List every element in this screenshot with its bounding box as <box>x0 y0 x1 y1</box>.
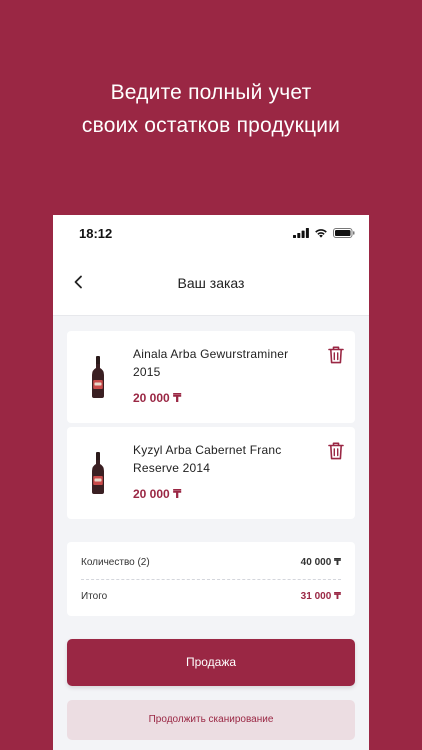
order-item: Kyzyl Arba Cabernet Franc Reserve 2014 2… <box>67 427 355 519</box>
order-summary: Количество (2) 40 000 ₸ Итого 31 000 ₸ <box>67 542 355 616</box>
page-title: Ваш заказ <box>177 275 245 291</box>
promo-headline: Ведите полный учет своих остатков продук… <box>0 76 422 142</box>
wine-bottle-icon <box>92 356 104 398</box>
trash-icon <box>328 442 344 460</box>
order-item: Ainala Arba Gewurstraminer 2015 20 000 ₸ <box>67 331 355 423</box>
promo-headline-line1: Ведите полный учет <box>110 81 312 104</box>
continue-scanning-button[interactable]: Продолжить сканирование <box>67 700 355 740</box>
summary-quantity-row: Количество (2) 40 000 ₸ <box>81 557 341 568</box>
trash-icon <box>328 346 344 364</box>
promo-headline-line2: своих остатков продукции <box>81 114 341 137</box>
item-price: 20 000 ₸ <box>133 487 182 501</box>
summary-total-row: Итого 31 000 ₸ <box>81 591 341 602</box>
signal-icon <box>293 228 309 238</box>
wine-bottle-icon <box>92 452 104 494</box>
delete-item-button[interactable] <box>325 440 347 462</box>
wifi-icon <box>315 229 327 238</box>
status-icons <box>293 228 355 238</box>
summary-divider <box>81 579 341 580</box>
item-price: 20 000 ₸ <box>133 391 182 405</box>
item-name: Kyzyl Arba Cabernet Franc Reserve 2014 <box>133 443 282 475</box>
total-label: Итого <box>81 591 108 602</box>
quantity-label: Количество (2) <box>81 557 150 568</box>
sell-button[interactable]: Продажа <box>67 639 355 686</box>
total-value: 31 000 ₸ <box>300 591 341 602</box>
phone-screen: 18:12 Ваш заказ Ainala Arba Gewurstramin… <box>53 215 369 750</box>
delete-item-button[interactable] <box>325 344 347 366</box>
battery-icon <box>333 228 355 238</box>
navigation-bar: Ваш заказ <box>53 251 369 316</box>
item-name: Ainala Arba Gewurstraminer 2015 <box>133 347 289 379</box>
status-time: 18:12 <box>79 226 113 241</box>
status-bar: 18:12 <box>53 215 369 251</box>
quantity-value: 40 000 ₸ <box>300 557 341 568</box>
